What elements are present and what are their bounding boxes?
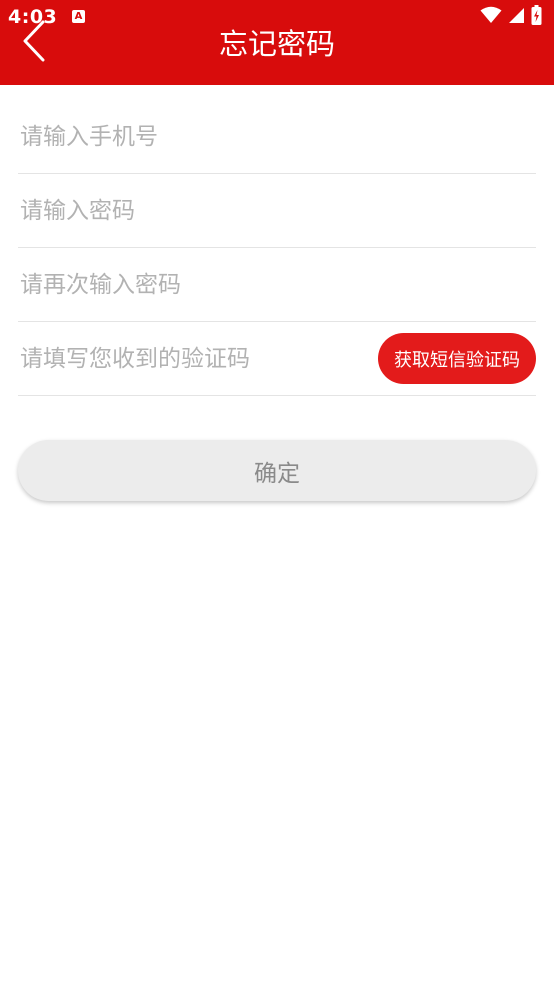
password-confirm-input[interactable] <box>18 264 536 305</box>
password-row <box>18 174 536 248</box>
password-confirm-row <box>18 248 536 322</box>
password-input[interactable] <box>18 190 536 231</box>
verification-code-input[interactable] <box>18 338 372 379</box>
get-sms-code-button[interactable]: 获取短信验证码 <box>378 333 536 384</box>
verification-code-row: 获取短信验证码 <box>18 322 536 396</box>
page-title: 忘记密码 <box>218 27 335 61</box>
phone-input[interactable] <box>18 116 536 157</box>
forgot-password-form: 获取短信验证码 <box>18 100 536 396</box>
app-bar: 4:03 A 忘记密码 <box>0 0 554 85</box>
phone-row <box>18 100 536 174</box>
confirm-button[interactable]: 确定 <box>18 440 536 501</box>
